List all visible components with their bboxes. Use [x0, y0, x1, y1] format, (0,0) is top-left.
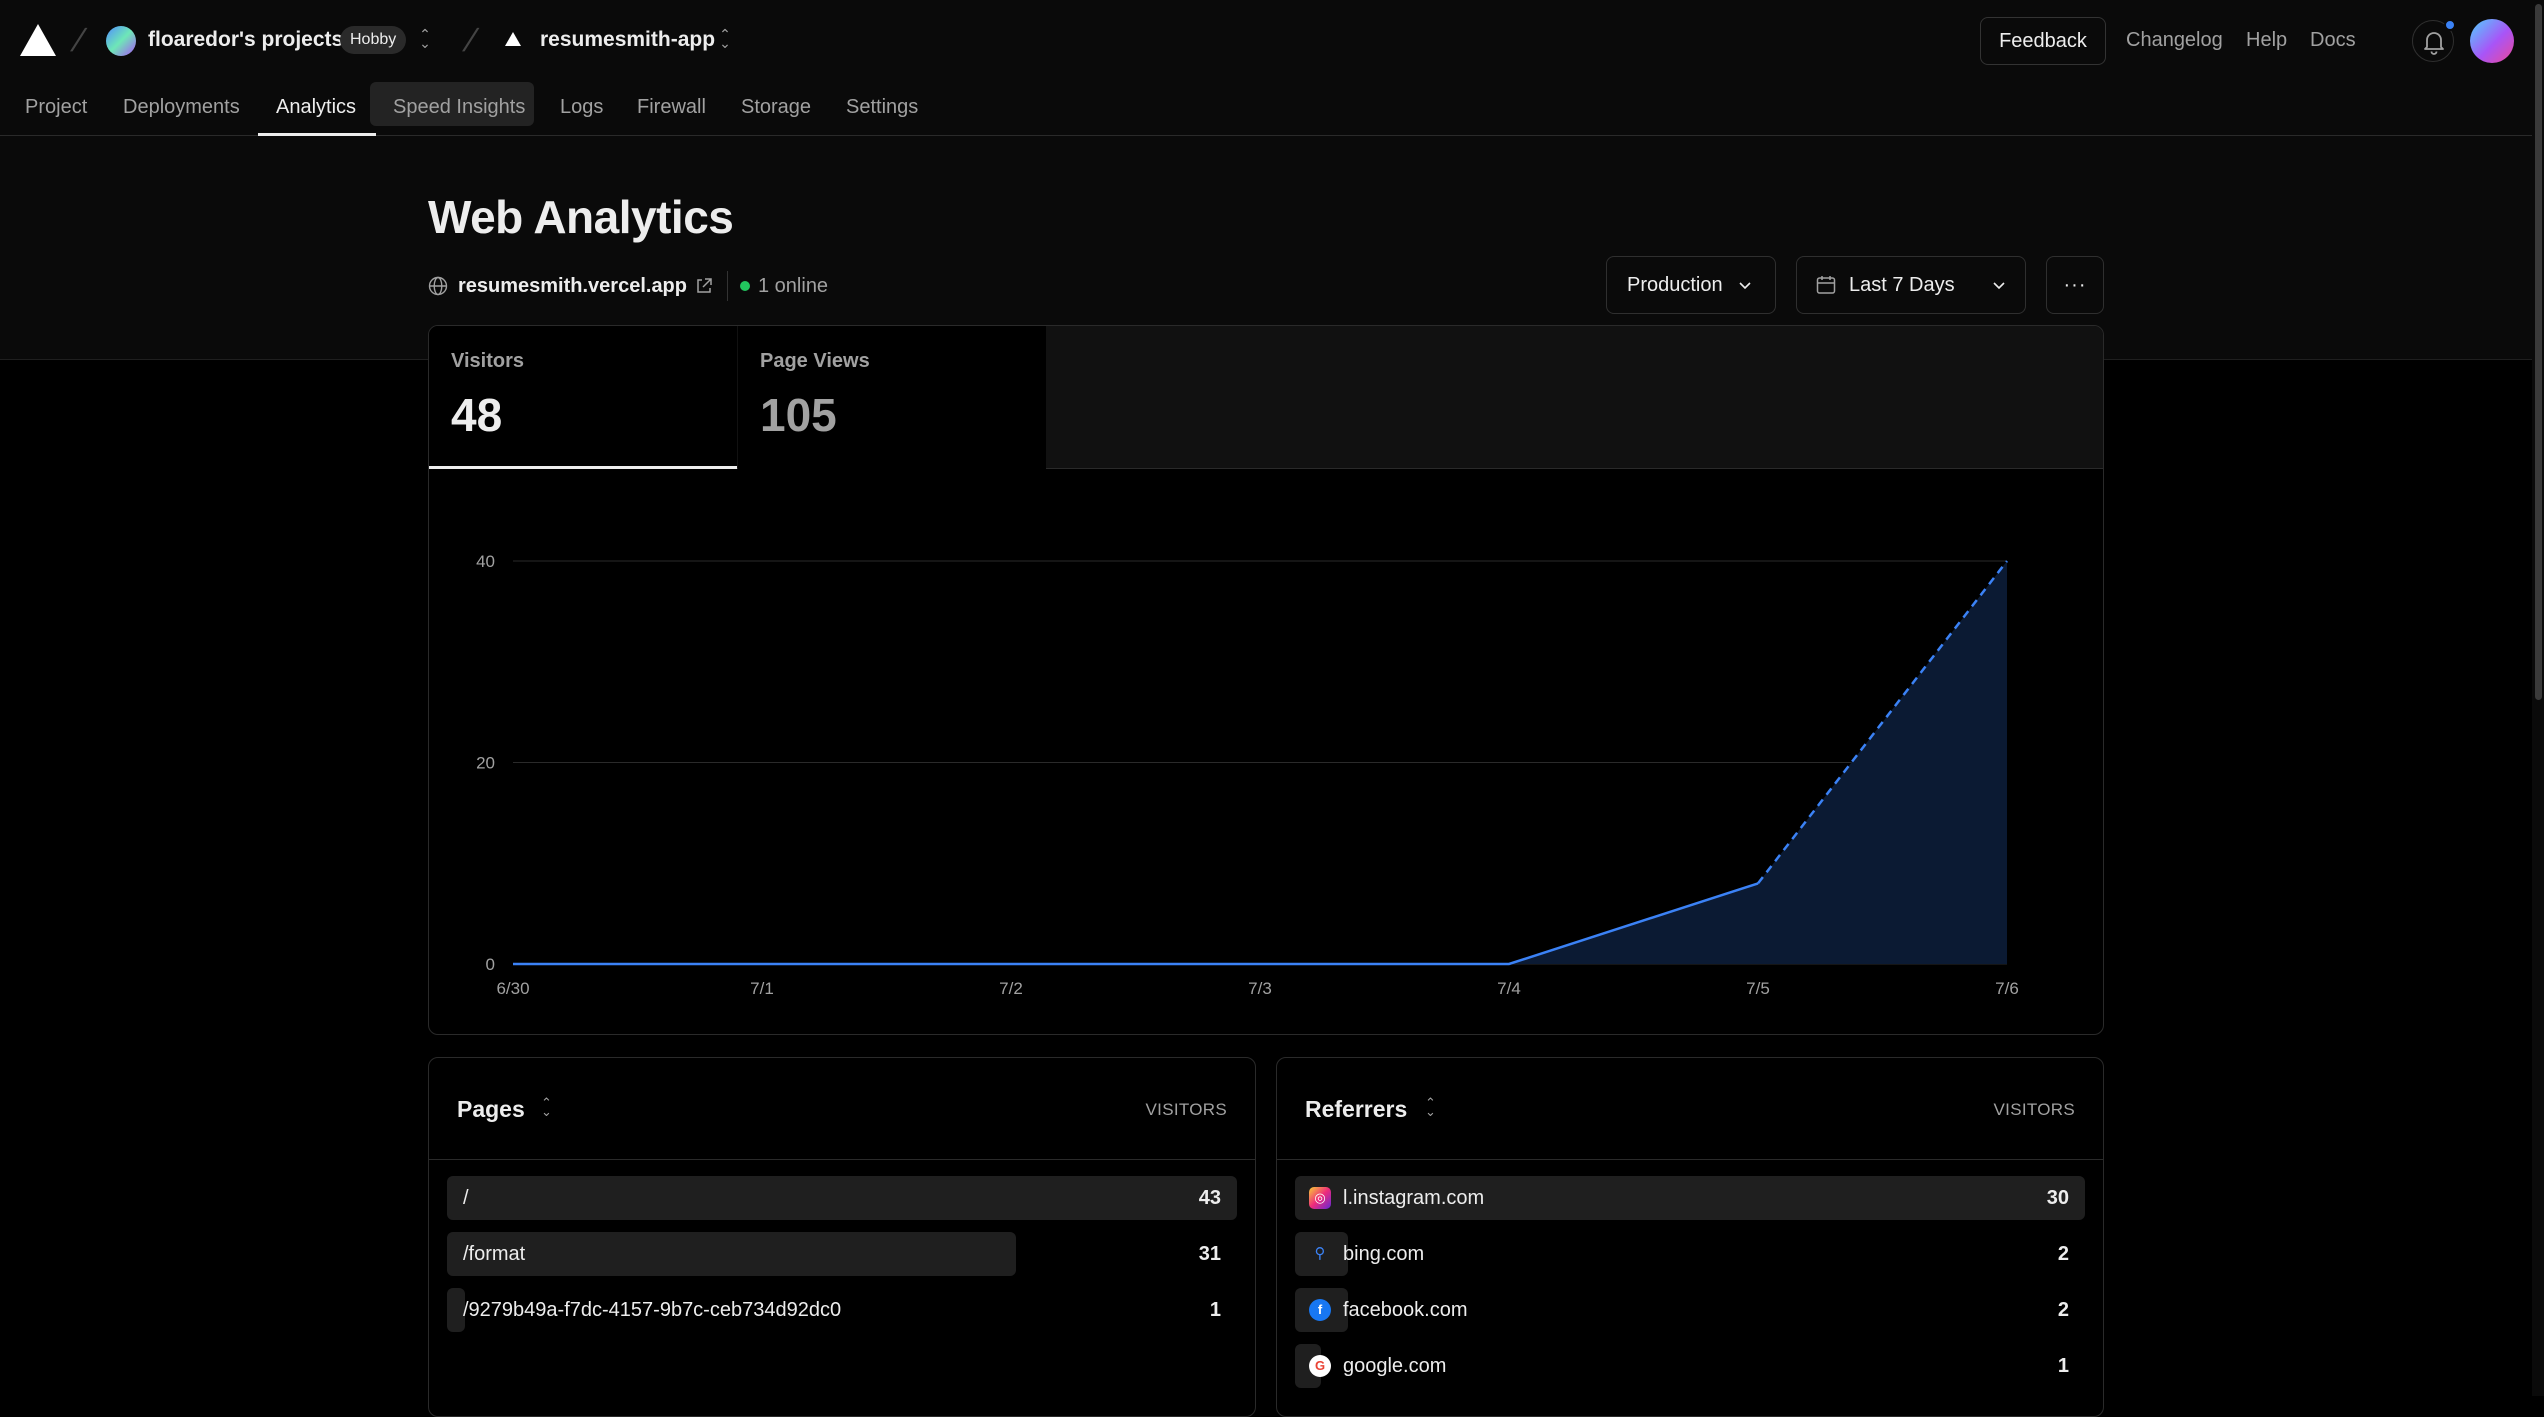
globe-icon: [428, 276, 448, 296]
chevron-down-icon: [1739, 282, 1751, 290]
docs-link[interactable]: Docs: [2310, 29, 2356, 52]
referrers-panel: Referrers ⌃ ⌄ VISITORS ◎ l.instagram.com 30…: [1276, 1057, 2104, 1417]
sort-chevron-icon[interactable]: ⌃ ⌄: [1425, 1096, 1436, 1118]
domain-row: resumesmith.vercel.app 1 online: [428, 271, 829, 301]
x-tick-label: 6/30: [496, 979, 529, 998]
stat-page-views[interactable]: Page Views 105: [738, 326, 1046, 469]
list-item[interactable]: /format 31: [447, 1232, 1237, 1276]
list-item[interactable]: /9279b49a-f7dc-4157-9b7c-ceb734d92dc0 1: [447, 1288, 1237, 1332]
project-name[interactable]: resumesmith-app: [540, 28, 715, 52]
list-item[interactable]: ⚲ bing.com 2: [1295, 1232, 2085, 1276]
row-value: 31: [1198, 1243, 1221, 1265]
more-options-button[interactable]: ···: [2046, 256, 2104, 314]
stat-value: 105: [760, 389, 837, 441]
panel-header: Referrers ⌃ ⌄ VISITORS: [1277, 1058, 2103, 1160]
help-link[interactable]: Help: [2246, 29, 2287, 52]
online-count: 1 online: [758, 274, 829, 297]
team-switcher-chevron-icon[interactable]: ⌃ ⌄: [418, 27, 432, 50]
sort-chevron-icon[interactable]: ⌃ ⌄: [541, 1096, 552, 1118]
chevron-down-icon: [1993, 282, 2005, 290]
scrollbar-thumb[interactable]: [2535, 4, 2542, 700]
tab-firewall[interactable]: Firewall: [637, 92, 706, 122]
divider: [727, 271, 728, 301]
row-label: l.instagram.com: [1343, 1187, 1485, 1209]
environment-select[interactable]: Production: [1606, 256, 1776, 314]
page-title: Web Analytics: [428, 191, 734, 243]
tab-analytics[interactable]: Analytics: [276, 92, 356, 122]
tab-speed-insights[interactable]: Speed Insights: [393, 92, 525, 122]
notification-dot: [2444, 19, 2456, 31]
plan-badge: Hobby: [340, 26, 407, 54]
row-value: 30: [2046, 1187, 2069, 1209]
visitors-chart: 0 20 40 6/30 7/1 7/2 7/3 7/4 7/5 7/6: [476, 552, 2019, 998]
x-tick-label: 7/5: [1746, 979, 1770, 998]
row-value: 2: [2057, 1243, 2069, 1265]
row-label: /9279b49a-f7dc-4157-9b7c-ceb734d92dc0: [463, 1299, 842, 1321]
tab-storage[interactable]: Storage: [741, 92, 811, 122]
external-link-icon[interactable]: [695, 277, 713, 295]
team-name[interactable]: floaredor's projects: [148, 28, 343, 52]
list-item[interactable]: Ggoogle.com 1: [1295, 1344, 2085, 1388]
x-tick-label: 7/2: [999, 979, 1023, 998]
row-value: 1: [1209, 1299, 1221, 1321]
facebook-icon: f: [1309, 1299, 1331, 1321]
row-label: google.com: [1343, 1355, 1447, 1377]
row-label: /format: [463, 1243, 526, 1265]
feedback-button[interactable]: Feedback: [1980, 17, 2106, 65]
project-switcher-chevron-icon[interactable]: ⌃ ⌄: [718, 27, 732, 50]
row-bar: [447, 1232, 1016, 1276]
user-avatar[interactable]: [2470, 19, 2514, 63]
list-item[interactable]: ◎ l.instagram.com 30: [1295, 1176, 2085, 1220]
tab-settings[interactable]: Settings: [846, 92, 918, 122]
row-value: 1: [2057, 1355, 2069, 1377]
google-icon: G: [1309, 1355, 1331, 1377]
pages-panel: Pages ⌃ ⌄ VISITORS / 43/format 31/9279b49a-…: [428, 1057, 1256, 1417]
panel-title: Pages: [457, 1096, 525, 1122]
date-range-select[interactable]: Last 7 Days: [1796, 256, 2026, 314]
list-item[interactable]: / 43: [447, 1176, 1237, 1220]
list-item[interactable]: f facebook.com 2: [1295, 1288, 2085, 1332]
vercel-logo-icon[interactable]: [20, 24, 56, 56]
changelog-link[interactable]: Changelog: [2126, 29, 2223, 52]
date-range-value: Last 7 Days: [1849, 273, 1955, 296]
row-label: bing.com: [1343, 1243, 1425, 1265]
y-tick-label: 40: [476, 552, 495, 571]
column-header: VISITORS: [1145, 1100, 1227, 1119]
row-label: /: [463, 1187, 469, 1209]
team-avatar[interactable]: [106, 26, 136, 56]
x-tick-label: 7/1: [750, 979, 774, 998]
instagram-icon: ◎: [1309, 1187, 1331, 1209]
active-tab-indicator: [258, 133, 376, 136]
stat-value: 48: [451, 389, 503, 441]
row-label: facebook.com: [1343, 1299, 1468, 1321]
x-tick-label: 7/3: [1248, 979, 1272, 998]
domain-link[interactable]: resumesmith.vercel.app: [458, 275, 687, 298]
panel-title: Referrers: [1305, 1096, 1408, 1122]
online-status-dot: [740, 281, 750, 291]
x-tick-label: 7/4: [1497, 979, 1521, 998]
environment-value: Production: [1627, 273, 1723, 296]
analytics-card: Visitors 48 Page Views 105 0 20 40 6/30 7/1 7…: [428, 325, 2104, 1035]
panel-header: Pages ⌃ ⌄ VISITORS: [429, 1058, 1255, 1160]
column-header: VISITORS: [1993, 1100, 2075, 1119]
tab-deployments[interactable]: Deployments: [123, 92, 240, 122]
stat-label: Page Views: [760, 350, 870, 372]
tab-logs[interactable]: Logs: [560, 92, 603, 122]
row-value: 2: [2057, 1299, 2069, 1321]
row-value: 43: [1198, 1187, 1221, 1209]
x-tick-label: 7/6: [1995, 979, 2019, 998]
tab-project[interactable]: Project: [25, 92, 87, 122]
stat-label: Visitors: [451, 350, 524, 372]
y-tick-label: 20: [476, 754, 495, 773]
search-icon: ⚲: [1314, 1245, 1326, 1262]
y-tick-label: 0: [486, 955, 495, 974]
project-icon: [505, 32, 521, 46]
calendar-icon: [1816, 276, 1836, 294]
row-bar: [447, 1176, 1237, 1220]
stat-visitors[interactable]: Visitors 48: [429, 326, 737, 469]
